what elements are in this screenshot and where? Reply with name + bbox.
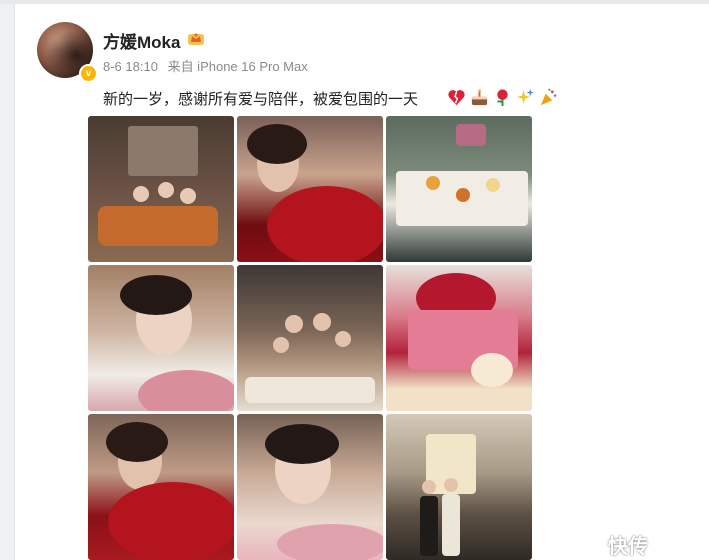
photo-selfie-red-roses[interactable] xyxy=(237,116,383,262)
post-source: 来自 iPhone 16 Pro Max xyxy=(167,59,308,74)
party-popper-icon xyxy=(540,88,557,106)
photo-birthday-cake[interactable] xyxy=(386,265,532,411)
watermark: 快传 xyxy=(608,536,648,558)
sparkles-icon xyxy=(516,88,535,105)
photo-selfie-red-roses-2[interactable] xyxy=(88,414,234,560)
broken-heart-icon xyxy=(448,90,465,106)
emoji-row xyxy=(447,88,558,107)
verified-icon: v xyxy=(79,64,98,83)
photo-dessert-platter[interactable] xyxy=(386,116,532,262)
photo-family-living-room[interactable] xyxy=(88,116,234,262)
photo-grid xyxy=(88,116,532,560)
photo-selfie-pink-roses[interactable] xyxy=(88,265,234,411)
post-text: 新的一岁，感谢所有爱与陪伴，被爱包围的一天 xyxy=(103,91,419,108)
post-timestamp[interactable]: 8-6 18:10 xyxy=(103,59,158,74)
photo-family-dinner[interactable] xyxy=(237,265,383,411)
photo-selfie-pink-roses-2[interactable] xyxy=(237,414,383,560)
username[interactable]: 方媛Moka xyxy=(103,28,180,53)
crown-icon xyxy=(188,33,204,45)
post-meta: 8-6 18:10 来自 iPhone 16 Pro Max xyxy=(103,56,314,75)
photo-family-hallway[interactable] xyxy=(386,414,532,560)
rose-icon xyxy=(496,89,508,107)
cake-icon xyxy=(471,89,488,106)
